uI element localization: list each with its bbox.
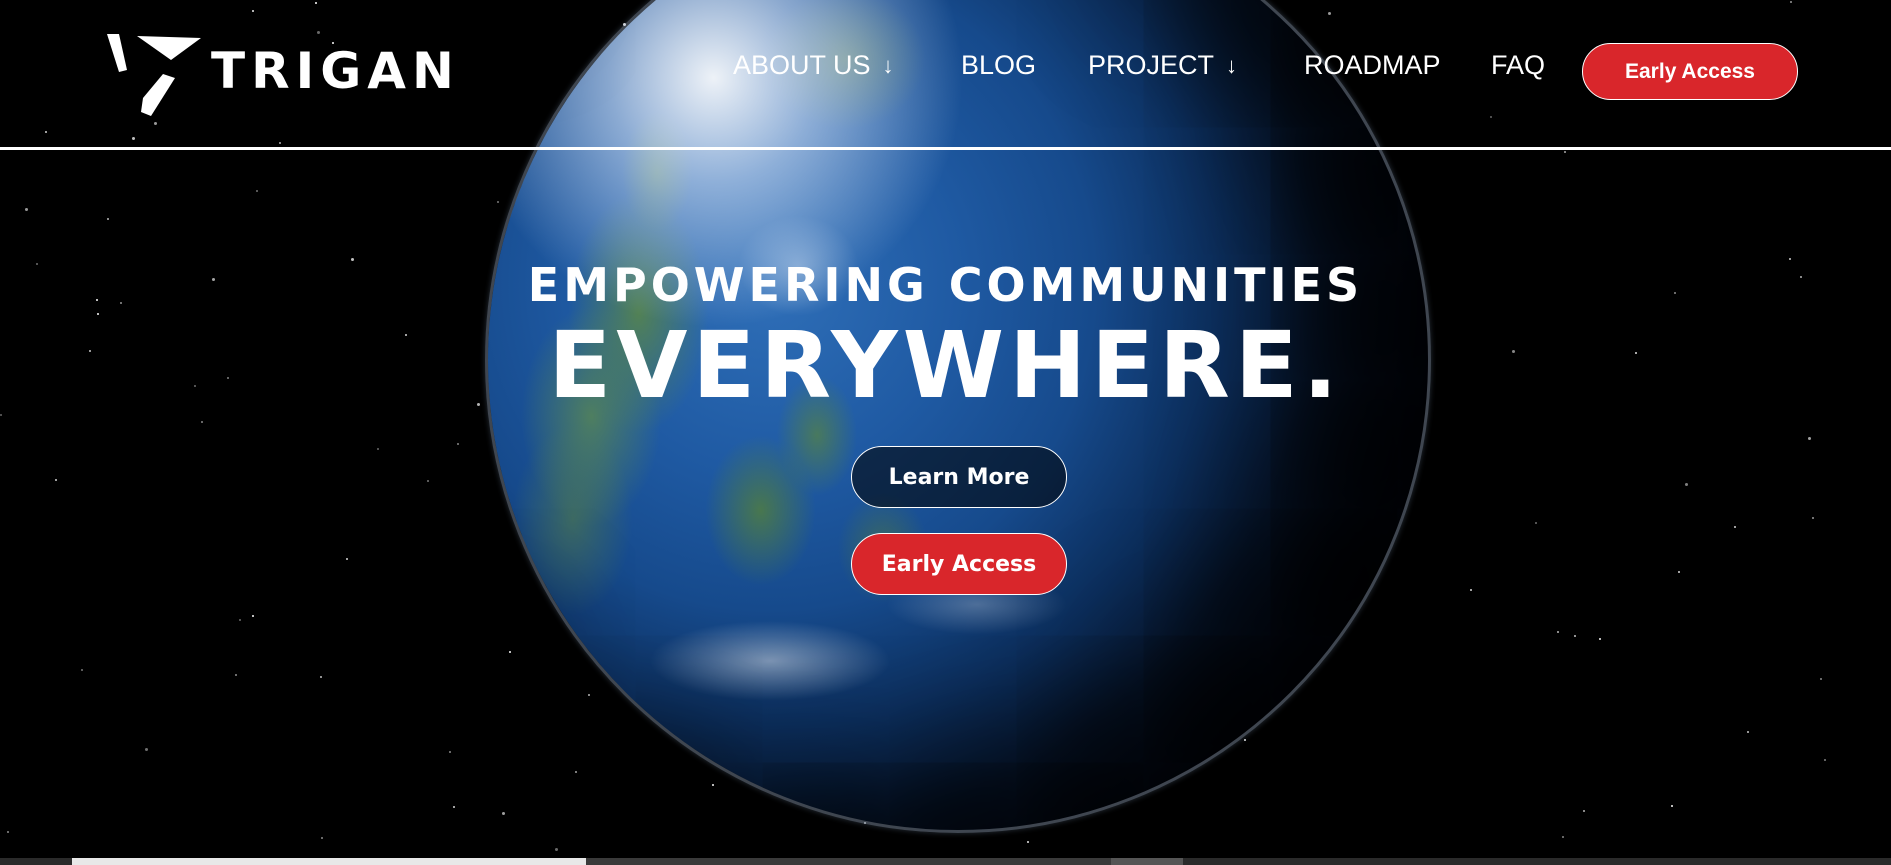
- logo[interactable]: TRIGAN: [105, 32, 460, 118]
- trigan-triangle-icon: [107, 34, 201, 116]
- hero-early-access-button[interactable]: Early Access: [851, 533, 1067, 595]
- bottom-segment-dark: [586, 858, 1111, 865]
- bottom-segment-mid: [1111, 858, 1183, 865]
- header-divider: [0, 147, 1891, 150]
- arrow-down-icon: ↓: [1226, 52, 1238, 78]
- bottom-scroll-strip: [0, 858, 1891, 865]
- learn-more-button[interactable]: Learn More: [851, 446, 1067, 508]
- arrow-down-icon: ↓: [882, 52, 894, 78]
- nav-about-us-label: ABOUT US: [733, 50, 871, 80]
- hero-subtitle: EMPOWERING COMMUNITIES: [527, 258, 1364, 312]
- logo-text: TRIGAN: [211, 42, 460, 100]
- site-header: TRIGAN ABOUT US ↓ BLOG PROJECT ↓ ROADMAP…: [0, 0, 1891, 150]
- nav-blog-label: BLOG: [961, 50, 1037, 80]
- nav-roadmap[interactable]: ROADMAP: [1304, 50, 1441, 81]
- nav-project-label: PROJECT: [1088, 50, 1215, 80]
- hero-title: EVERYWHERE.: [548, 312, 1343, 419]
- nav-roadmap-label: ROADMAP: [1304, 50, 1441, 80]
- nav-faq[interactable]: FAQ: [1491, 50, 1545, 81]
- nav-project[interactable]: PROJECT ↓: [1088, 50, 1237, 81]
- header-early-access-button[interactable]: Early Access: [1582, 43, 1798, 100]
- nav-blog[interactable]: BLOG: [961, 50, 1036, 81]
- bottom-segment-light: [72, 858, 586, 865]
- nav-about-us[interactable]: ABOUT US ↓: [733, 50, 894, 81]
- page: EMPOWERING COMMUNITIES EVERYWHERE. Learn…: [0, 0, 1891, 865]
- nav-faq-label: FAQ: [1491, 50, 1546, 80]
